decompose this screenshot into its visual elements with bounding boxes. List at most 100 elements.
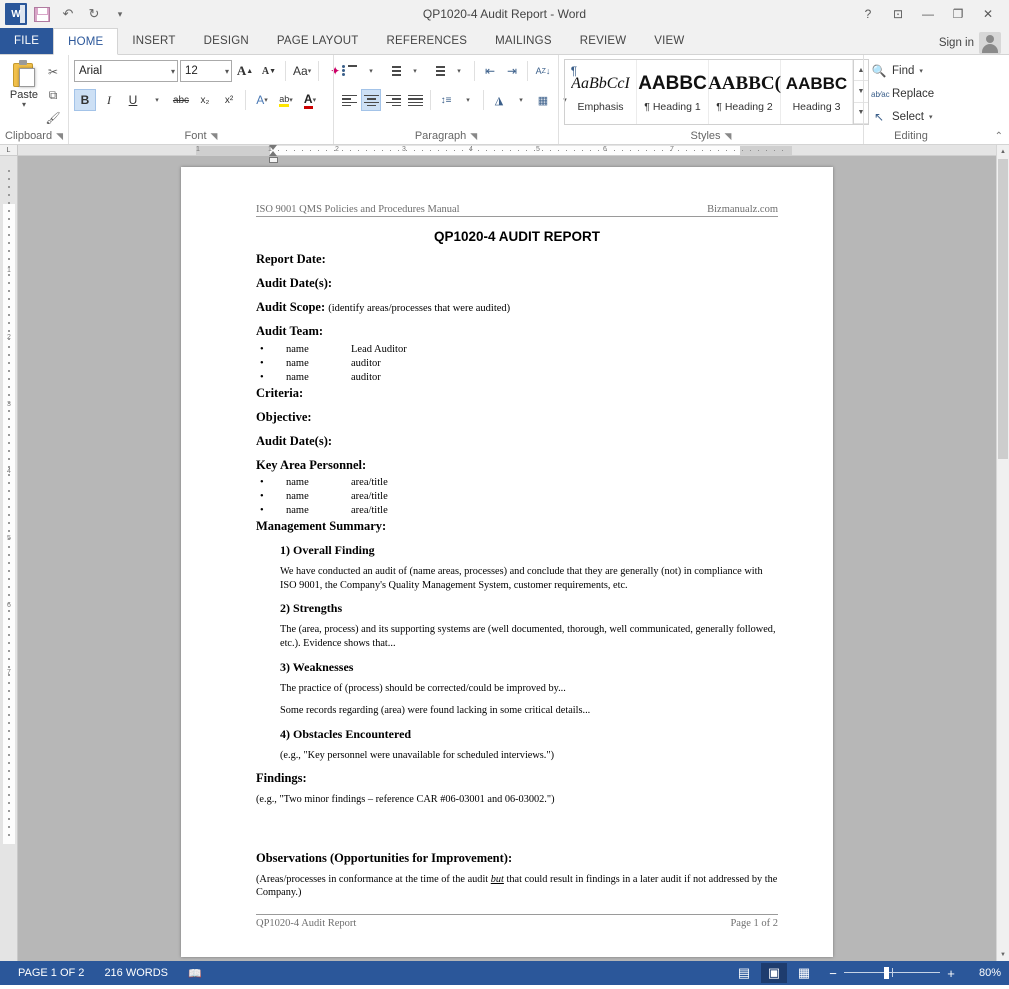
tab-mailings[interactable]: MAILINGS — [481, 27, 566, 54]
paste-button[interactable]: Paste ▾ — [5, 58, 43, 109]
style-heading-1[interactable]: AABBC ¶ Heading 1 — [637, 60, 709, 124]
text-effects-icon[interactable]: A ▾ — [251, 89, 273, 111]
paste-caret-icon[interactable]: ▾ — [22, 101, 26, 109]
styles-dialog-launcher-icon[interactable]: ◥ — [725, 131, 732, 142]
zoom-in-button[interactable]: + — [945, 966, 957, 981]
scroll-down-icon[interactable]: ▼ — [997, 948, 1009, 961]
change-case-icon[interactable]: Aa ▾ — [291, 60, 313, 82]
customize-qat-icon[interactable]: ▾ — [108, 3, 132, 25]
find-chevron-down-icon[interactable]: ▾ — [919, 67, 923, 75]
tab-file[interactable]: FILE — [0, 27, 54, 54]
numbering-chevron-down-icon[interactable]: ▾ — [405, 60, 425, 82]
highlight-color-icon[interactable]: ab ▾ — [275, 89, 297, 111]
page-body[interactable]: QP1020-4 AUDIT REPORT Report Date: Audit… — [256, 229, 778, 909]
shading-chevron-down-icon[interactable]: ▾ — [511, 89, 531, 111]
restore-icon[interactable]: ❐ — [943, 2, 973, 26]
read-mode-icon[interactable]: ▤ — [731, 963, 757, 983]
tab-home[interactable]: HOME — [53, 28, 119, 55]
ruler-dot — [8, 370, 10, 372]
minimize-icon[interactable]: — — [913, 2, 943, 26]
numbering-icon[interactable] — [383, 60, 403, 82]
bullets-chevron-down-icon[interactable]: ▾ — [361, 60, 381, 82]
font-size-chevron-down-icon[interactable]: ▾ — [222, 67, 229, 76]
bold-button[interactable]: B — [74, 89, 96, 111]
shrink-font-icon[interactable]: A ▼ — [258, 60, 280, 82]
save-icon[interactable] — [30, 3, 54, 25]
tab-view[interactable]: VIEW — [640, 27, 698, 54]
undo-icon[interactable]: ↶ — [56, 3, 80, 25]
multilevel-chevron-down-icon[interactable]: ▾ — [449, 60, 469, 82]
help-icon[interactable]: ? — [853, 2, 883, 26]
shading-icon[interactable]: ◮ — [489, 89, 509, 111]
zoom-slider[interactable]: − + — [821, 966, 963, 981]
word-logo-icon[interactable]: W — [4, 3, 28, 25]
zoom-track[interactable] — [844, 966, 940, 980]
collapse-ribbon-icon[interactable]: ⌃ — [995, 131, 1003, 142]
italic-button[interactable]: I — [98, 89, 120, 111]
zoom-thumb[interactable] — [884, 967, 889, 979]
subscript-button[interactable]: x₂ — [194, 89, 216, 111]
font-size-combo[interactable]: 12 ▾ — [180, 60, 232, 82]
strikethrough-button[interactable]: abc — [170, 89, 192, 111]
underline-chevron-down-icon[interactable]: ▾ — [146, 89, 168, 111]
sign-in-link[interactable]: Sign in — [939, 37, 974, 49]
tab-design[interactable]: DESIGN — [190, 27, 263, 54]
zoom-level[interactable]: 80% — [967, 967, 1001, 979]
font-dialog-launcher-icon[interactable]: ◥ — [211, 131, 218, 142]
word-count[interactable]: 216 WORDS — [94, 967, 178, 979]
document-page[interactable]: ISO 9001 QMS Policies and Procedures Man… — [181, 167, 833, 957]
multilevel-list-icon[interactable] — [427, 60, 447, 82]
print-layout-icon[interactable]: ▣ — [761, 963, 787, 983]
tab-insert[interactable]: INSERT — [118, 27, 189, 54]
borders-icon[interactable]: ▦ — [533, 89, 553, 111]
vertical-ruler[interactable]: L 1234567 — [0, 145, 18, 961]
page-indicator[interactable]: PAGE 1 OF 2 — [8, 967, 94, 979]
align-right-icon[interactable] — [383, 89, 403, 111]
close-icon[interactable]: ✕ — [973, 2, 1003, 26]
replace-button[interactable]: ab⁄ac Replace — [869, 84, 934, 104]
bullets-icon[interactable] — [339, 60, 359, 82]
vertical-scrollbar[interactable]: ▲ ▼ — [996, 145, 1009, 961]
line-spacing-chevron-down-icon[interactable]: ▾ — [458, 89, 478, 111]
tab-selector-icon[interactable]: L — [0, 145, 17, 156]
scrollbar-thumb[interactable] — [998, 159, 1008, 459]
paragraph-dialog-launcher-icon[interactable]: ◥ — [470, 131, 477, 142]
font-color-icon[interactable]: A ▾ — [299, 89, 321, 111]
proofing-errors-icon[interactable]: 📖 — [178, 967, 212, 980]
decrease-indent-icon[interactable]: ⇤ — [480, 60, 500, 82]
style-heading-2[interactable]: AABBC( ¶ Heading 2 — [708, 60, 781, 124]
horizontal-ruler[interactable]: 11234567 — [18, 145, 1009, 163]
font-name-chevron-down-icon[interactable]: ▾ — [168, 67, 175, 76]
copy-icon[interactable]: ⧉ — [43, 85, 63, 105]
zoom-out-button[interactable]: − — [827, 966, 839, 981]
ruler-dot — [686, 150, 687, 151]
clipboard-dialog-launcher-icon[interactable]: ◥ — [56, 131, 63, 142]
align-center-icon[interactable] — [361, 89, 381, 111]
style-heading-3[interactable]: AABBC Heading 3 — [781, 60, 853, 124]
ruler-dot — [8, 746, 10, 748]
avatar[interactable] — [979, 32, 1001, 54]
superscript-button[interactable]: x² — [218, 89, 240, 111]
select-chevron-down-icon[interactable]: ▾ — [929, 113, 933, 121]
left-indent-marker[interactable] — [269, 157, 278, 163]
underline-button[interactable]: U — [122, 89, 144, 111]
align-left-icon[interactable] — [339, 89, 359, 111]
format-painter-icon[interactable]: 🖌 — [43, 108, 63, 128]
style-emphasis[interactable]: AaBbCcI Emphasis — [565, 60, 637, 124]
line-spacing-icon[interactable]: ↕≡ — [436, 89, 456, 111]
redo-icon[interactable]: ↻ — [82, 3, 106, 25]
justify-icon[interactable] — [405, 89, 425, 111]
cut-icon[interactable]: ✂ — [43, 62, 63, 82]
tab-page-layout[interactable]: PAGE LAYOUT — [263, 27, 373, 54]
find-button[interactable]: 🔍 Find ▾ — [869, 61, 923, 81]
grow-font-icon[interactable]: A ▲ — [234, 60, 256, 82]
sort-icon[interactable]: A Z ↓ — [533, 60, 553, 82]
font-name-combo[interactable]: Arial ▾ — [74, 60, 178, 82]
tab-references[interactable]: REFERENCES — [373, 27, 482, 54]
select-button[interactable]: ↖ Select ▾ — [869, 107, 933, 127]
tab-review[interactable]: REVIEW — [566, 27, 641, 54]
web-layout-icon[interactable]: ▦ — [791, 963, 817, 983]
ribbon-display-options-icon[interactable]: ⊡ — [883, 2, 913, 26]
increase-indent-icon[interactable]: ⇥ — [502, 60, 522, 82]
scroll-up-icon[interactable]: ▲ — [997, 145, 1009, 158]
